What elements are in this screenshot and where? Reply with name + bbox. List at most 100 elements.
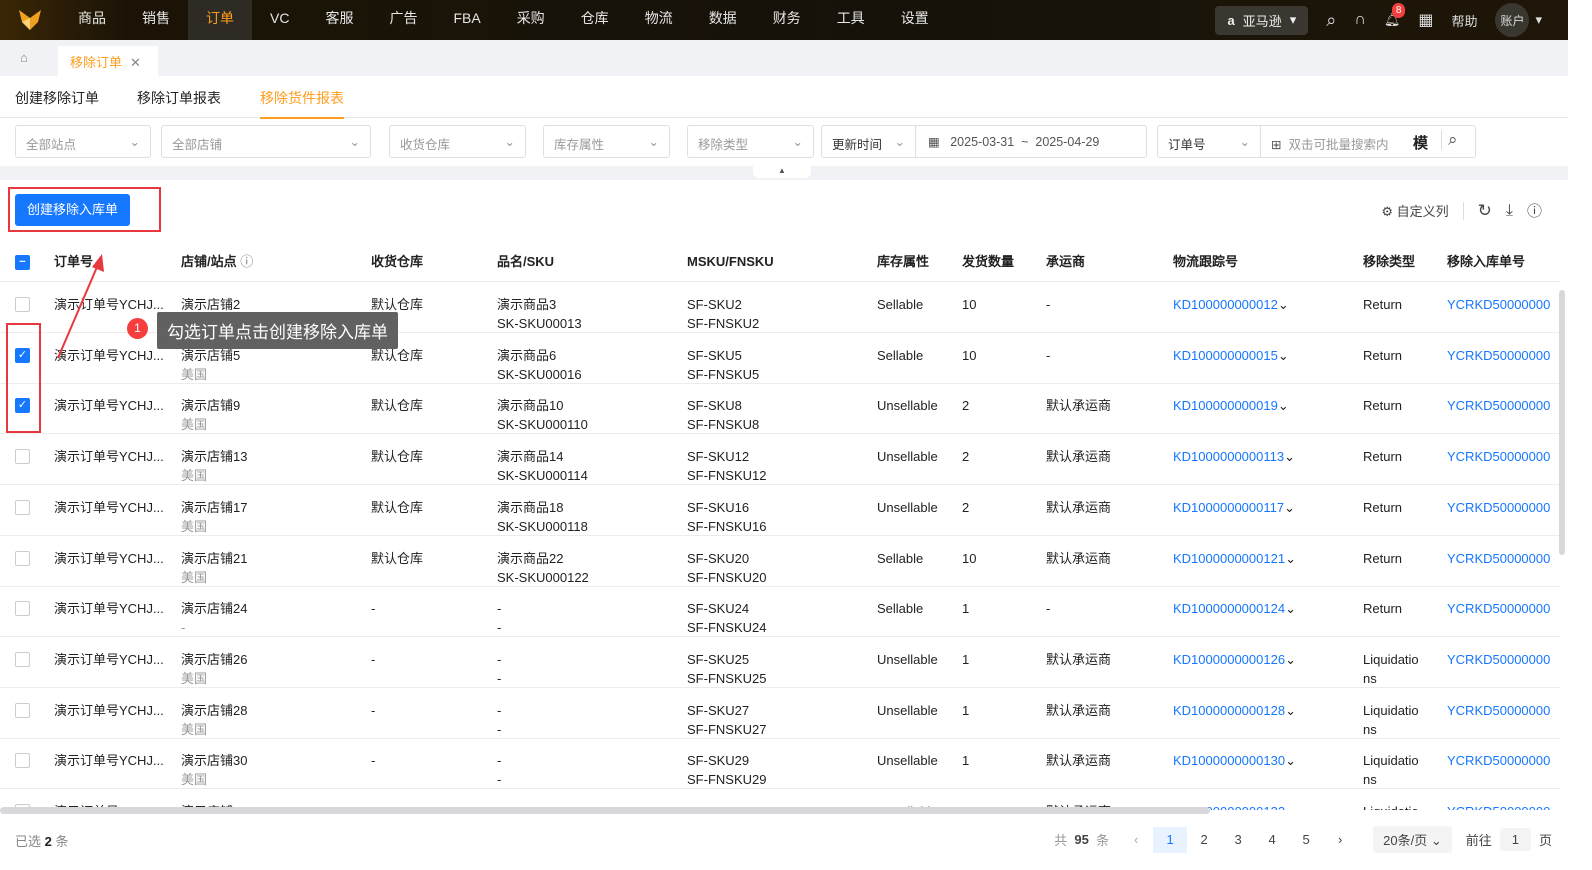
collapse-filters-button[interactable]: ▲ <box>753 166 811 178</box>
row-checkbox[interactable] <box>15 550 30 566</box>
refresh-icon[interactable]: ↻ <box>1478 201 1492 221</box>
cell-inbound[interactable]: YCRKD50000000 <box>1447 701 1550 720</box>
nav-item[interactable]: 数据 <box>691 0 755 40</box>
chevron-down-icon[interactable]: ⌄ <box>1285 703 1296 718</box>
chevron-down-icon[interactable]: ⌄ <box>1284 449 1295 464</box>
cell-inbound[interactable]: YCRKD50000000 <box>1447 650 1550 669</box>
cell-track[interactable]: KD1000000000113⌄ <box>1173 447 1295 466</box>
nav-item[interactable]: 订单 <box>188 0 252 40</box>
nav-item[interactable]: 物流 <box>627 0 691 40</box>
bell-icon[interactable]: 🔔︎ 8 <box>1384 3 1406 28</box>
chevron-down-icon[interactable]: ⌄ <box>1285 804 1296 810</box>
select-all-checkbox[interactable]: − <box>15 255 30 270</box>
row-checkbox[interactable] <box>15 449 30 465</box>
chevron-down-icon[interactable]: ⌄ <box>1285 753 1296 768</box>
help-icon[interactable]: ⓘ <box>240 254 253 269</box>
nav-item[interactable]: 商品 <box>60 0 124 40</box>
cell-track[interactable]: KD100000000012⌄ <box>1173 295 1289 314</box>
cell-inbound[interactable]: YCRKD50000000 <box>1447 802 1550 810</box>
row-checkbox[interactable] <box>15 499 30 515</box>
cell-track[interactable]: KD1000000000121⌄ <box>1173 549 1296 568</box>
cell-inbound[interactable]: YCRKD50000000 <box>1447 751 1550 770</box>
chevron-down-icon[interactable]: ⌄ <box>1285 601 1296 616</box>
chevron-down-icon[interactable]: ⌄ <box>1284 500 1295 515</box>
cell-track[interactable]: KD100000000015⌄ <box>1173 346 1289 365</box>
row-checkbox[interactable] <box>15 297 30 312</box>
warehouse-select[interactable]: 收货仓库 ⌄ <box>389 125 526 158</box>
help-icon[interactable]: ⓘ <box>1527 200 1542 221</box>
subtab-removal-shipment-report[interactable]: 移除货件报表 <box>260 88 344 119</box>
page-size-select[interactable]: 20条/页 ⌄ <box>1373 826 1452 853</box>
vertical-scrollbar[interactable] <box>1559 290 1565 555</box>
logo-icon[interactable] <box>0 0 60 40</box>
cell-track[interactable]: KD1000000000117⌄ <box>1173 498 1295 517</box>
chevron-down-icon[interactable]: ⌄ <box>1278 348 1289 363</box>
date-range-picker[interactable]: ▦ 2025-03-31 ~ 2025-04-29 <box>915 125 1147 158</box>
nav-item[interactable]: 客服 <box>307 0 371 40</box>
chevron-down-icon[interactable]: ⌄ <box>1285 551 1296 566</box>
page-button[interactable]: 5 <box>1289 827 1323 853</box>
subtab-create-removal-order[interactable]: 创建移除订单 <box>15 88 99 108</box>
platform-selector[interactable]: a 亚马逊 ▾ <box>1215 5 1309 35</box>
shop-select[interactable]: 全部店铺 ⌄ <box>161 125 371 158</box>
create-removal-inbound-button[interactable]: 创建移除入库单 <box>15 194 130 226</box>
site-select[interactable]: 全部站点 ⌄ <box>15 125 151 158</box>
time-type-select[interactable]: 更新时间 ⌄ <box>821 125 916 158</box>
batch-search-input[interactable]: ⊞ 双击可批量搜索内 模 ⌕ <box>1260 125 1476 158</box>
row-checkbox[interactable] <box>15 753 30 769</box>
cell-inbound[interactable]: YCRKD50000000 <box>1447 447 1550 466</box>
nav-item[interactable]: 设置 <box>883 0 947 40</box>
page-button[interactable]: 4 <box>1255 827 1289 853</box>
row-checkbox[interactable] <box>15 651 30 667</box>
prev-page-button[interactable]: ‹ <box>1119 827 1153 853</box>
nav-item[interactable]: 采购 <box>499 0 563 40</box>
row-checkbox[interactable] <box>15 702 30 718</box>
row-checkbox[interactable] <box>15 601 30 617</box>
remove-type-select[interactable]: 移除类型 ⌄ <box>687 125 814 158</box>
chevron-down-icon[interactable]: ⌄ <box>1278 398 1289 413</box>
cell-inbound[interactable]: YCRKD50000000 <box>1447 498 1550 517</box>
fuzzy-mode-toggle[interactable]: 模 <box>1413 132 1428 153</box>
cell-msku-text: SF-SKU27 <box>687 702 750 718</box>
cell-inbound[interactable]: YCRKD50000000 <box>1447 599 1550 618</box>
cell-inbound[interactable]: YCRKD50000000 <box>1447 549 1550 568</box>
cell-track[interactable]: KD1000000000130⌄ <box>1173 751 1296 770</box>
page-button[interactable]: 2 <box>1187 827 1221 853</box>
nav-item[interactable]: 财务 <box>755 0 819 40</box>
cell-inbound[interactable]: YCRKD50000000 <box>1447 346 1550 365</box>
cell-inbound[interactable]: YCRKD50000000 <box>1447 396 1550 415</box>
subtab-removal-order-report[interactable]: 移除订单报表 <box>137 88 221 108</box>
nav-item[interactable]: 广告 <box>371 0 435 40</box>
nav-item[interactable]: VC <box>252 0 307 40</box>
apps-grid-icon[interactable]: ▦ <box>1418 10 1433 30</box>
page-button[interactable]: 3 <box>1221 827 1255 853</box>
account-caret-icon[interactable]: ▾ <box>1535 12 1542 28</box>
nav-item[interactable]: 仓库 <box>563 0 627 40</box>
close-icon[interactable]: ✕ <box>130 55 141 70</box>
inventory-select[interactable]: 库存属性 ⌄ <box>543 125 670 158</box>
nav-item[interactable]: 销售 <box>124 0 188 40</box>
nav-item[interactable]: 工具 <box>819 0 883 40</box>
search-icon[interactable]: ⌕ <box>1441 130 1458 150</box>
download-icon[interactable]: ⤓ <box>1506 202 1513 220</box>
headset-icon[interactable]: ∩ <box>1354 11 1366 29</box>
chevron-down-icon[interactable]: ⌄ <box>1285 652 1296 667</box>
tab-remove-orders[interactable]: 移除订单 ✕ <box>58 46 158 76</box>
search-field-select[interactable]: 订单号 ⌄ <box>1157 125 1261 158</box>
next-page-button[interactable]: › <box>1323 827 1357 853</box>
cell-inbound[interactable]: YCRKD50000000 <box>1447 295 1550 314</box>
goto-page-input[interactable]: 1 <box>1499 828 1531 851</box>
home-icon[interactable]: ⌂ <box>20 50 28 65</box>
page-button[interactable]: 1 <box>1153 826 1188 853</box>
nav-item[interactable]: FBA <box>435 0 498 40</box>
cell-track[interactable]: KD1000000000128⌄ <box>1173 701 1296 720</box>
search-icon[interactable]: ⌕ <box>1326 10 1336 31</box>
avatar[interactable]: 账户 <box>1495 3 1530 37</box>
custom-columns-button[interactable]: ⚙ 自定义列 <box>1381 201 1448 220</box>
chevron-down-icon[interactable]: ⌄ <box>1278 297 1289 312</box>
help-link[interactable]: 帮助 <box>1451 11 1477 30</box>
horizontal-scrollbar[interactable] <box>0 807 1210 814</box>
cell-track[interactable]: KD1000000000126⌄ <box>1173 650 1296 669</box>
cell-track[interactable]: KD100000000019⌄ <box>1173 396 1289 415</box>
cell-track[interactable]: KD1000000000124⌄ <box>1173 599 1296 618</box>
